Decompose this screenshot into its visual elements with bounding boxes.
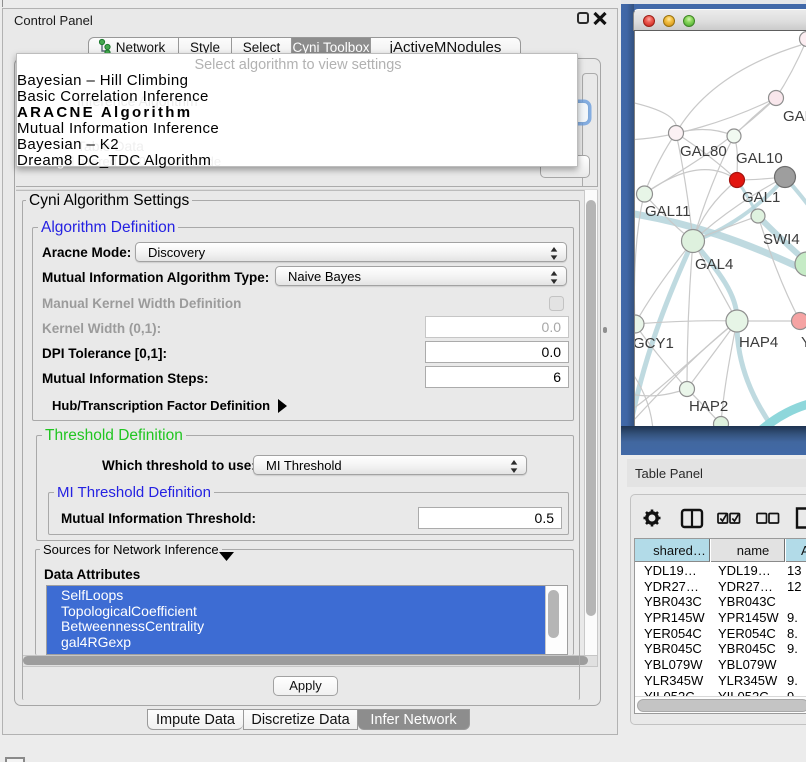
svg-text:GAL1: GAL1 <box>742 189 780 206</box>
svg-text:YM: YM <box>801 334 806 351</box>
svg-text:GAL4: GAL4 <box>695 256 733 273</box>
svg-text:GAL7: GAL7 <box>783 108 806 125</box>
svg-text:GAL80: GAL80 <box>680 143 727 160</box>
svg-text:GAL10: GAL10 <box>736 150 783 167</box>
svg-text:GCY1: GCY1 <box>635 335 674 352</box>
svg-text:GAL11: GAL11 <box>645 203 691 220</box>
svg-text:SWI4: SWI4 <box>763 231 800 248</box>
svg-text:HAP2: HAP2 <box>689 398 728 415</box>
svg-text:HAP4: HAP4 <box>739 334 778 351</box>
